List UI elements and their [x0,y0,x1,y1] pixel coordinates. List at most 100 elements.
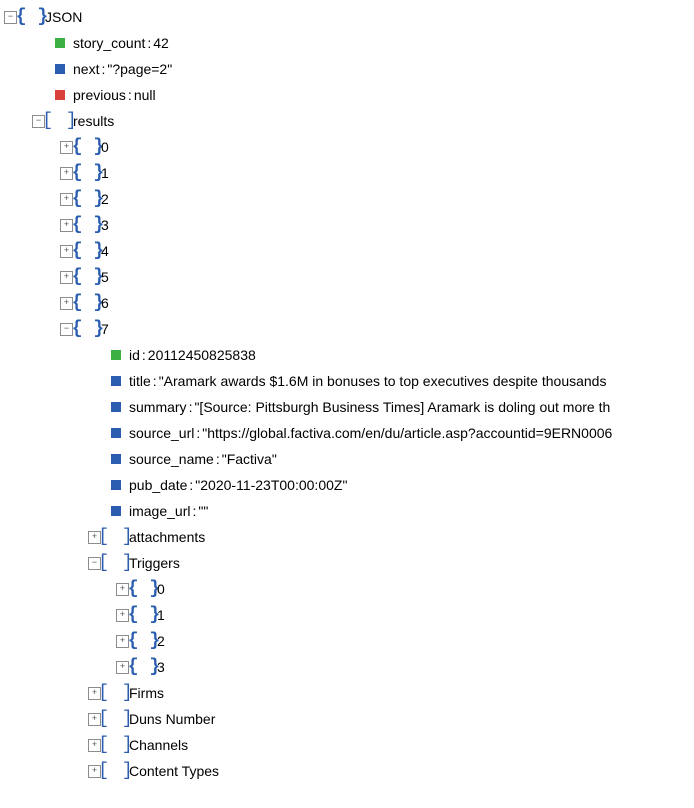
key-label: summary [129,394,187,420]
array-icon: [ ] [107,684,125,702]
toggle-spacer [32,38,45,49]
prop-channels: + [ ] Channels [88,732,694,758]
object-icon: { } [23,8,41,26]
number-icon [111,350,121,360]
list-item: + { } 0 [60,134,694,160]
object-icon: { } [79,320,97,338]
value-label: "Aramark awards $1.6M in bonuses to top … [159,368,607,394]
prop-duns-number: + [ ] Duns Number [88,706,694,732]
list-item: + { } 1 [116,602,694,628]
index-label: 0 [157,576,165,602]
index-label: 3 [157,654,165,680]
object-icon: { } [135,658,153,676]
prop-next: next : "?page=2" [32,56,694,82]
string-icon [111,428,121,438]
json-tree: − { } JSON story_count : 42 n [4,4,694,784]
key-label: id [129,342,140,368]
index-label: 3 [101,212,109,238]
prop-story-count: story_count : 42 [32,30,694,56]
object-icon: { } [135,580,153,598]
list-item: + { } 1 [60,160,694,186]
list-item: + { } 3 [116,654,694,680]
list-item: + { } 6 [60,290,694,316]
prop-image-url: image_url : "" [88,498,694,524]
list-item: + { } 2 [116,628,694,654]
string-icon [111,454,121,464]
key-label: story_count [73,30,145,56]
array-icon: [ ] [107,736,125,754]
index-label: 0 [101,134,109,160]
value-label: "2020-11-23T00:00:00Z" [195,472,347,498]
object-icon: { } [79,242,97,260]
prop-attachments: + [ ] attachments [88,524,694,550]
index-label: 5 [101,264,109,290]
key-label: source_url [129,420,194,446]
prop-results: − [ ] results + { } 0 + { } 1 + { } 2 + … [32,108,694,784]
key-label: Content Types [129,758,219,784]
object-icon: { } [79,294,97,312]
key-label: Firms [129,680,164,706]
string-icon [111,402,121,412]
prop-summary: summary : "[Source: Pittsburgh Business … [88,394,694,420]
results-item-7: − { } 7 id : 20112450825838 title : "Ara… [60,316,694,784]
key-label: attachments [129,524,205,550]
object-icon: { } [135,632,153,650]
key-label: Channels [129,732,188,758]
index-label: 6 [101,290,109,316]
null-icon [55,90,65,100]
key-label: Triggers [129,550,180,576]
prop-triggers: − [ ] Triggers + { } 0 + { } 1 + { } 2 +… [88,550,694,680]
array-icon: [ ] [107,528,125,546]
key-label: source_name [129,446,214,472]
separator: : [101,56,105,82]
root-node: − { } JSON story_count : 42 n [4,4,694,784]
array-icon: [ ] [107,710,125,728]
string-icon [111,376,121,386]
key-label: Duns Number [129,706,215,732]
object-icon: { } [79,216,97,234]
object-icon: { } [79,138,97,156]
string-icon [55,64,65,74]
key-label: next [73,56,99,82]
prop-source-name: source_name : "Factiva" [88,446,694,472]
prop-title: title : "Aramark awards $1.6M in bonuses… [88,368,694,394]
value-label: null [134,82,156,108]
number-icon [55,38,65,48]
key-label: image_url [129,498,190,524]
prop-source-url: source_url : "https://global.factiva.com… [88,420,694,446]
index-label: 1 [101,160,109,186]
index-label: 7 [101,316,109,342]
key-label: pub_date [129,472,187,498]
value-label: 42 [153,30,169,56]
prop-content-types: + [ ] Content Types [88,758,694,784]
list-item: + { } 3 [60,212,694,238]
key-label: results [73,108,114,134]
index-label: 2 [157,628,165,654]
prop-firms: + [ ] Firms [88,680,694,706]
array-icon: [ ] [51,112,69,130]
list-item: + { } 4 [60,238,694,264]
object-icon: { } [79,190,97,208]
value-label: "Factiva" [222,446,277,472]
value-label: "[Source: Pittsburgh Business Times] Ara… [194,394,610,420]
toggle-spacer [32,90,45,101]
index-label: 2 [101,186,109,212]
object-icon: { } [79,268,97,286]
list-item: + { } 0 [116,576,694,602]
prop-id: id : 20112450825838 [88,342,694,368]
list-item: + { } 5 [60,264,694,290]
index-label: 1 [157,602,165,628]
prop-pub-date: pub_date : "2020-11-23T00:00:00Z" [88,472,694,498]
array-icon: [ ] [107,554,125,572]
object-icon: { } [79,164,97,182]
value-label: 20112450825838 [148,342,256,368]
value-label: "" [198,498,208,524]
key-label: previous [73,82,126,108]
key-label: title [129,368,151,394]
array-icon: [ ] [107,762,125,780]
root-label: JSON [45,4,82,30]
list-item: + { } 2 [60,186,694,212]
separator: : [128,82,132,108]
value-label: "https://global.factiva.com/en/du/articl… [202,420,612,446]
string-icon [111,480,121,490]
